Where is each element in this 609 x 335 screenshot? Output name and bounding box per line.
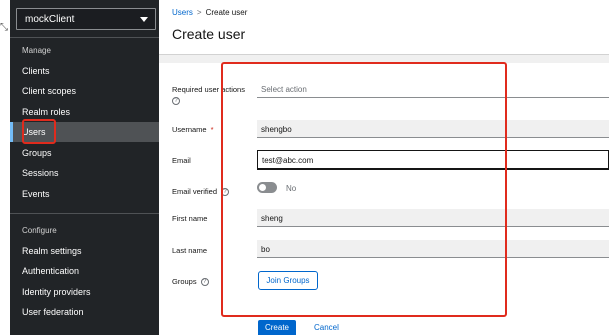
sidebar-item-clients[interactable]: Clients bbox=[10, 61, 159, 81]
sidebar-item-user-federation[interactable]: User federation bbox=[10, 302, 159, 322]
realm-selector[interactable]: mockClient bbox=[16, 8, 156, 30]
sidebar-item-label: Groups bbox=[22, 148, 52, 158]
create-button[interactable]: Create bbox=[258, 320, 296, 335]
annotation-highlight-users bbox=[22, 119, 56, 144]
username-label: Username * bbox=[172, 125, 214, 134]
sidebar-item-label: Identity providers bbox=[22, 287, 91, 297]
caret-down-icon bbox=[140, 17, 148, 22]
page-title: Create user bbox=[172, 26, 246, 42]
email-label: Email bbox=[172, 156, 191, 165]
sidebar-item-groups[interactable]: Groups bbox=[10, 143, 159, 163]
sidebar-item-label: Authentication bbox=[22, 266, 80, 276]
username-label-text: Username bbox=[172, 125, 207, 134]
required-asterisk: * bbox=[210, 125, 214, 134]
groups-label-text: Groups bbox=[172, 277, 197, 286]
sidebar-item-label: User federation bbox=[22, 307, 84, 317]
help-icon[interactable]: ? bbox=[172, 97, 180, 105]
breadcrumb-link-users[interactable]: Users bbox=[172, 8, 193, 17]
main-content: Users > Create user Create user Required u… bbox=[159, 0, 609, 335]
email-verified-label-text: Email verified bbox=[172, 187, 218, 196]
sidebar-section-configure: Configure bbox=[22, 226, 57, 235]
sidebar-item-client-scopes[interactable]: Client scopes bbox=[10, 81, 159, 101]
breadcrumb-current: Create user bbox=[205, 8, 248, 17]
first-name-label: First name bbox=[172, 214, 208, 223]
realm-selector-label: mockClient bbox=[25, 14, 75, 25]
sidebar-item-sessions[interactable]: Sessions bbox=[10, 163, 159, 183]
sidebar-item-realm-settings[interactable]: Realm settings bbox=[10, 241, 159, 261]
help-icon[interactable]: ? bbox=[200, 278, 209, 287]
sidebar-item-label: Sessions bbox=[22, 168, 59, 178]
sidebar-item-authentication[interactable]: Authentication bbox=[10, 261, 159, 281]
sidebar-item-label: Realm settings bbox=[22, 246, 82, 256]
sidebar-item-label: Events bbox=[22, 189, 50, 199]
left-gutter: ⤡ bbox=[0, 0, 10, 335]
sidebar-item-label: Realm roles bbox=[22, 107, 71, 117]
sidebar-item-label: Client scopes bbox=[22, 86, 77, 96]
last-name-label: Last name bbox=[172, 246, 208, 255]
breadcrumb: Users > Create user bbox=[172, 8, 247, 17]
sidebar-item-identity-providers[interactable]: Identity providers bbox=[10, 282, 159, 302]
cancel-button[interactable]: Cancel bbox=[314, 323, 339, 332]
sidebar-item-label: Clients bbox=[22, 66, 50, 76]
sidebar-section-manage: Manage bbox=[22, 46, 51, 55]
resize-cursor-icon: ⤡ bbox=[0, 22, 8, 33]
sidebar-divider bbox=[10, 37, 159, 38]
annotation-highlight-form bbox=[221, 62, 507, 317]
sidebar-item-events[interactable]: Events bbox=[10, 184, 159, 204]
sidebar-divider bbox=[10, 213, 159, 214]
sidebar: mockClient Manage Clients Client scopes … bbox=[10, 0, 159, 335]
groups-label: Groups? bbox=[172, 277, 209, 287]
breadcrumb-separator-icon: > bbox=[196, 8, 202, 17]
